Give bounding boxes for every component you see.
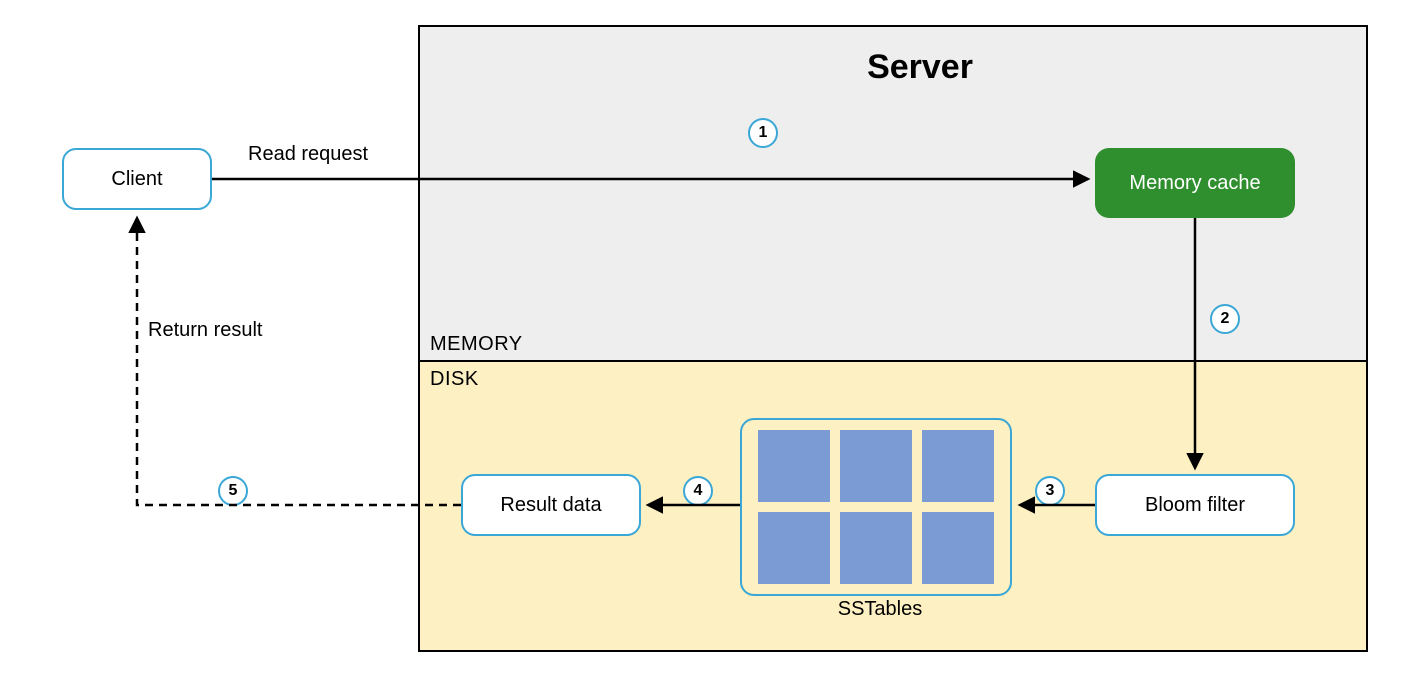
return-result-label: Return result bbox=[148, 319, 263, 342]
result-data-box: Result data bbox=[461, 474, 641, 536]
step-3-num: 3 bbox=[1046, 482, 1055, 500]
sstable-block bbox=[758, 430, 830, 502]
bloom-filter-box: Bloom filter bbox=[1095, 474, 1295, 536]
sstable-block bbox=[840, 430, 912, 502]
disk-label: DISK bbox=[430, 368, 479, 391]
step-1-badge: 1 bbox=[748, 118, 778, 148]
read-request-label: Read request bbox=[248, 143, 368, 166]
sstable-block bbox=[922, 512, 994, 584]
step-5-badge: 5 bbox=[218, 476, 248, 506]
sstable-block bbox=[840, 512, 912, 584]
step-1-num: 1 bbox=[759, 124, 768, 142]
step-3-badge: 3 bbox=[1035, 476, 1065, 506]
sstables-box bbox=[740, 418, 1012, 596]
sstable-block bbox=[922, 430, 994, 502]
step-4-num: 4 bbox=[694, 482, 703, 500]
memory-cache-label: Memory cache bbox=[1129, 172, 1260, 195]
step-2-badge: 2 bbox=[1210, 304, 1240, 334]
result-data-label: Result data bbox=[500, 494, 601, 517]
client-box: Client bbox=[62, 148, 212, 210]
step-2-num: 2 bbox=[1221, 310, 1230, 328]
memory-label: MEMORY bbox=[430, 333, 523, 356]
step-5-num: 5 bbox=[229, 482, 238, 500]
bloom-filter-label: Bloom filter bbox=[1145, 494, 1245, 517]
sstable-block bbox=[758, 512, 830, 584]
arrow-result-to-client bbox=[137, 218, 461, 505]
client-label: Client bbox=[111, 168, 162, 191]
sstables-label: SSTables bbox=[820, 598, 940, 621]
memory-cache-box: Memory cache bbox=[1095, 148, 1295, 218]
server-title: Server bbox=[820, 48, 1020, 87]
step-4-badge: 4 bbox=[683, 476, 713, 506]
